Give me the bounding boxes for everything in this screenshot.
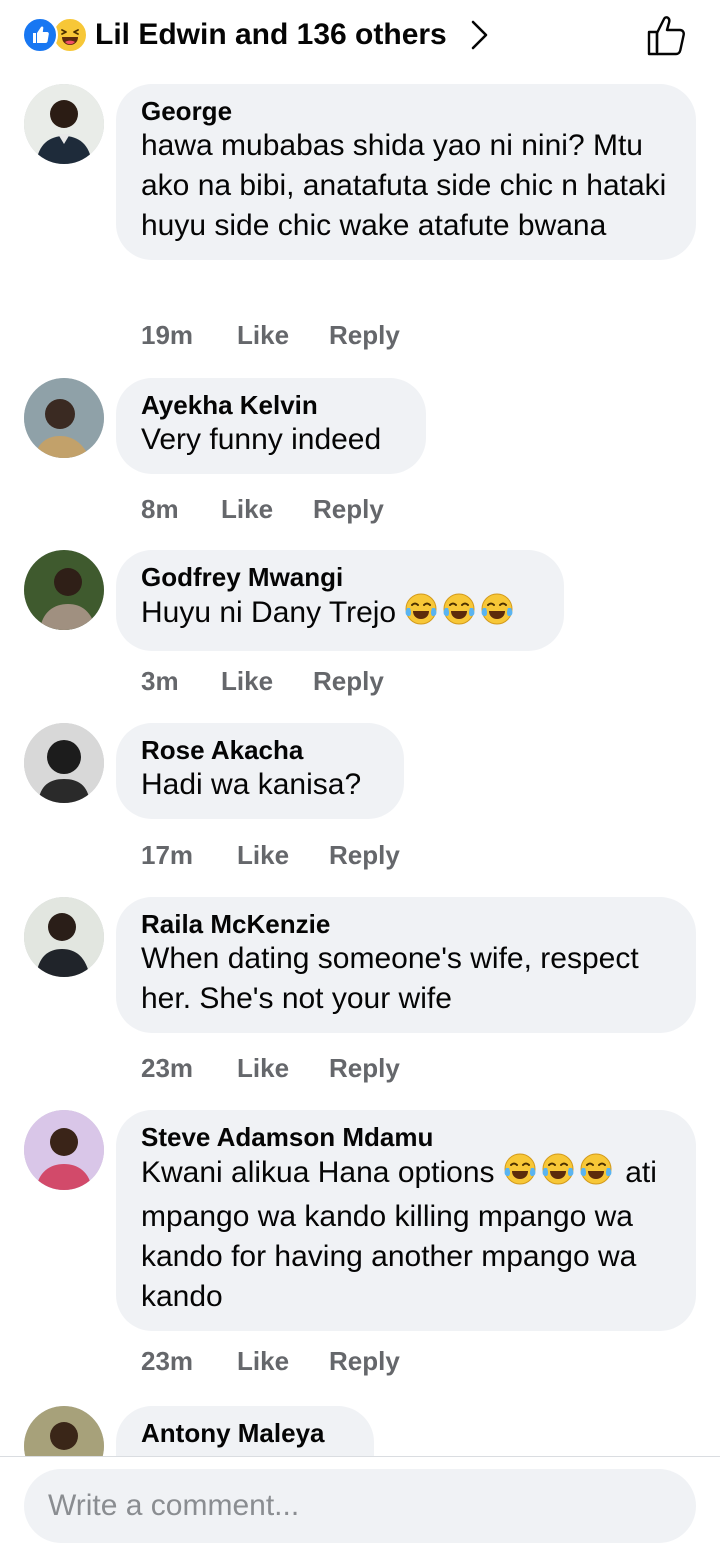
comment-time[interactable]: 19m — [141, 320, 237, 350]
comment-bubble[interactable]: Godfrey Mwangi Huyu ni Dany Trejo — [116, 550, 564, 651]
comment-actions: 23m Like Reply — [141, 1053, 400, 1083]
reply-button[interactable]: Reply — [313, 494, 384, 524]
comments-list[interactable]: George hawa mubabas shida yao ni nini? M… — [0, 72, 720, 1456]
reply-button[interactable]: Reply — [313, 666, 384, 696]
comment-bubble[interactable]: George hawa mubabas shida yao ni nini? M… — [116, 84, 696, 260]
tears-of-joy-icon — [503, 1152, 537, 1186]
comment-bubble[interactable]: Antony Maleya — [116, 1406, 374, 1456]
tears-of-joy-icon — [579, 1152, 613, 1186]
comment-actions: 19m Like Reply — [141, 320, 400, 350]
reaction-icons[interactable] — [22, 17, 92, 53]
comment-actions: 23m Like Reply — [141, 1346, 400, 1376]
like-button[interactable]: Like — [237, 840, 329, 870]
comment-text-content: Huyu ni Dany Trejo — [141, 596, 397, 629]
avatar[interactable] — [24, 550, 104, 630]
comment-input[interactable] — [24, 1469, 696, 1543]
like-icon — [22, 17, 58, 53]
tears-of-joy-icon — [404, 592, 438, 626]
comment-bubble[interactable]: Steve Adamson Mdamu Kwani alikua Hana op… — [116, 1110, 696, 1331]
comment-actions: 17m Like Reply — [141, 840, 400, 870]
comment-author[interactable]: Steve Adamson Mdamu — [141, 1122, 672, 1152]
chevron-right-icon[interactable] — [466, 18, 492, 52]
like-button[interactable]: Like — [237, 1053, 329, 1083]
tears-of-joy-icon — [442, 592, 476, 626]
like-button[interactable]: Like — [221, 666, 313, 696]
comment-time[interactable]: 3m — [141, 666, 221, 696]
comment-author[interactable]: Godfrey Mwangi — [141, 562, 540, 592]
comment-author[interactable]: Antony Maleya — [141, 1418, 350, 1448]
comment-author[interactable]: Rose Akacha — [141, 735, 380, 765]
tears-of-joy-icon — [480, 592, 514, 626]
avatar[interactable] — [24, 84, 104, 164]
comment-time[interactable]: 23m — [141, 1346, 237, 1376]
comment-actions: 8m Like Reply — [141, 494, 384, 524]
comment-actions: 3m Like Reply — [141, 666, 384, 696]
comment-text: Kwani alikua Hana options ati mpango wa … — [141, 1152, 672, 1317]
reactions-summary[interactable]: Lil Edwin and 136 others — [95, 16, 447, 54]
like-button[interactable]: Like — [237, 1346, 329, 1376]
avatar[interactable] — [24, 723, 104, 803]
reply-button[interactable]: Reply — [329, 840, 400, 870]
comment-time[interactable]: 23m — [141, 1053, 237, 1083]
comment-bubble[interactable]: Ayekha Kelvin Very funny indeed — [116, 378, 426, 474]
comment-text: Very funny indeed — [141, 423, 382, 456]
comment-author[interactable]: Ayekha Kelvin — [141, 390, 402, 420]
like-button[interactable]: Like — [221, 494, 313, 524]
comment-bubble[interactable]: Raila McKenzie When dating someone's wif… — [116, 897, 696, 1033]
comment-author[interactable]: Raila McKenzie — [141, 909, 672, 939]
reply-button[interactable]: Reply — [329, 1346, 400, 1376]
comment-text: Huyu ni Dany Trejo — [141, 592, 540, 637]
avatar[interactable] — [24, 1110, 104, 1190]
reply-button[interactable]: Reply — [329, 1053, 400, 1083]
avatar[interactable] — [24, 897, 104, 977]
comment-text: When dating someone's wife, respect her.… — [141, 942, 639, 1015]
thumbs-up-outline-icon[interactable] — [644, 12, 690, 58]
comment-text: hawa mubabas shida yao ni nini? Mtu ako … — [141, 129, 667, 242]
comment-text-content: Kwani alikua Hana options — [141, 1156, 495, 1189]
avatar[interactable] — [24, 378, 104, 458]
comment-text: Hadi wa kanisa? — [141, 768, 362, 801]
tears-of-joy-icon — [541, 1152, 575, 1186]
like-button[interactable]: Like — [237, 320, 329, 350]
comment-time[interactable]: 17m — [141, 840, 237, 870]
reply-button[interactable]: Reply — [329, 320, 400, 350]
comment-time[interactable]: 8m — [141, 494, 221, 524]
comment-author[interactable]: George — [141, 96, 672, 126]
comment-bubble[interactable]: Rose Akacha Hadi wa kanisa? — [116, 723, 404, 819]
avatar[interactable] — [24, 1406, 104, 1456]
reactions-header: Lil Edwin and 136 others — [0, 0, 720, 72]
comment-composer — [0, 1456, 720, 1554]
